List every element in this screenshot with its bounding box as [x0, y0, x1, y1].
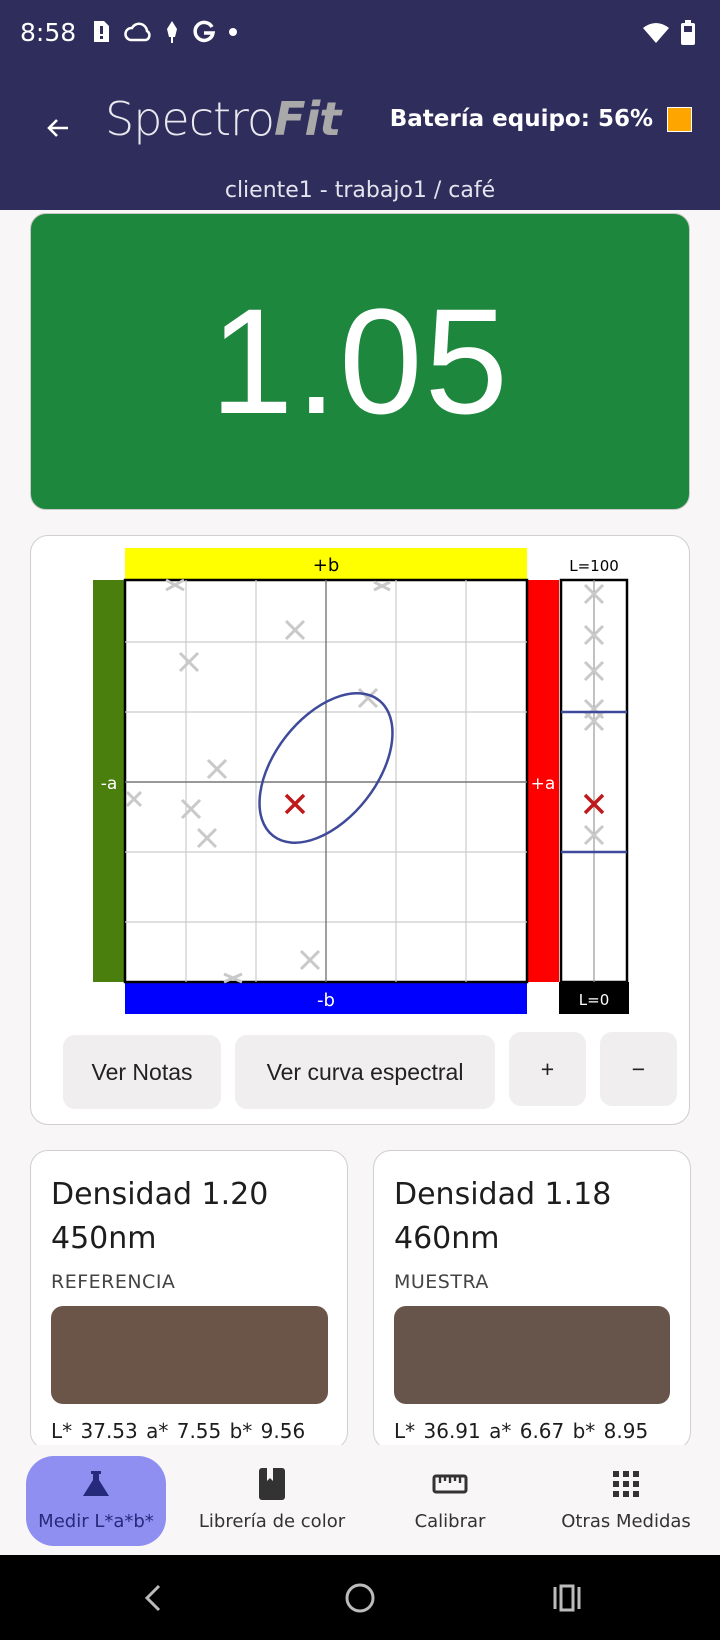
view-notes-button[interactable]: Ver Notas [63, 1035, 221, 1109]
sample-wavelength: 460nm [394, 1221, 500, 1256]
book-icon [258, 1467, 286, 1501]
view-spectral-curve-button[interactable]: Ver curva espectral [235, 1035, 495, 1109]
flask-icon [81, 1467, 111, 1501]
reference-density-value: Densidad 1.20 [51, 1177, 269, 1212]
reference-wavelength: 450nm [51, 1221, 157, 1256]
plus-a-label: +a [531, 774, 556, 794]
minus-a-label: -a [101, 774, 118, 794]
sample-color-swatch [394, 1306, 670, 1404]
nav-other-measures[interactable]: Otras Medidas [536, 1445, 716, 1555]
reference-color-swatch [51, 1306, 328, 1404]
nav-label: Otras Medidas [561, 1511, 691, 1532]
nav-calibrate[interactable]: Calibrar [360, 1445, 540, 1555]
reference-density: Densidad 1.20 450nm [51, 1173, 268, 1261]
ruler-icon [432, 1467, 468, 1501]
system-back-button[interactable] [128, 1573, 178, 1623]
recents-icon [553, 1584, 581, 1612]
bottom-navigation: Medir L*a*b* Librería de color Calibrar … [0, 1445, 720, 1555]
sample-density-value: Densidad 1.18 [394, 1177, 612, 1212]
nav-color-library[interactable]: Librería de color [182, 1445, 362, 1555]
chevron-left-icon [144, 1584, 161, 1612]
nav-label: Librería de color [198, 1511, 346, 1532]
zoom-out-button[interactable]: − [600, 1032, 677, 1106]
system-home-button[interactable] [335, 1573, 385, 1623]
lab-chart: +b -b -a +a L=100 L=0 [93, 548, 629, 1014]
sample-density: Densidad 1.18 460nm [394, 1173, 611, 1261]
sample-lab-values: L* 36.91 a* 6.67 b* 8.95 [394, 1419, 649, 1443]
l0-label: L=0 [579, 991, 609, 1009]
circle-icon [345, 1583, 375, 1613]
plus-b-label: +b [313, 555, 340, 576]
sample-label: MUESTRA [394, 1271, 489, 1293]
grid-icon [612, 1467, 640, 1501]
sample-card: Densidad 1.18 460nm MUESTRA L* 36.91 a* … [373, 1150, 691, 1450]
reference-card: Densidad 1.20 450nm REFERENCIA L* 37.53 … [30, 1150, 348, 1450]
reference-label: REFERENCIA [51, 1271, 176, 1293]
nav-measure-lab[interactable]: Medir L*a*b* [6, 1445, 186, 1555]
reference-lab-values: L* 37.53 a* 7.55 b* 9.56 [51, 1419, 306, 1443]
nav-label: Calibrar [414, 1511, 486, 1532]
system-recents-button[interactable] [542, 1573, 592, 1623]
nav-label: Medir L*a*b* [38, 1511, 154, 1532]
zoom-in-button[interactable]: + [509, 1032, 586, 1106]
l100-label: L=100 [569, 557, 619, 575]
system-navigation-bar [0, 1555, 720, 1640]
minus-b-label: -b [317, 990, 335, 1011]
